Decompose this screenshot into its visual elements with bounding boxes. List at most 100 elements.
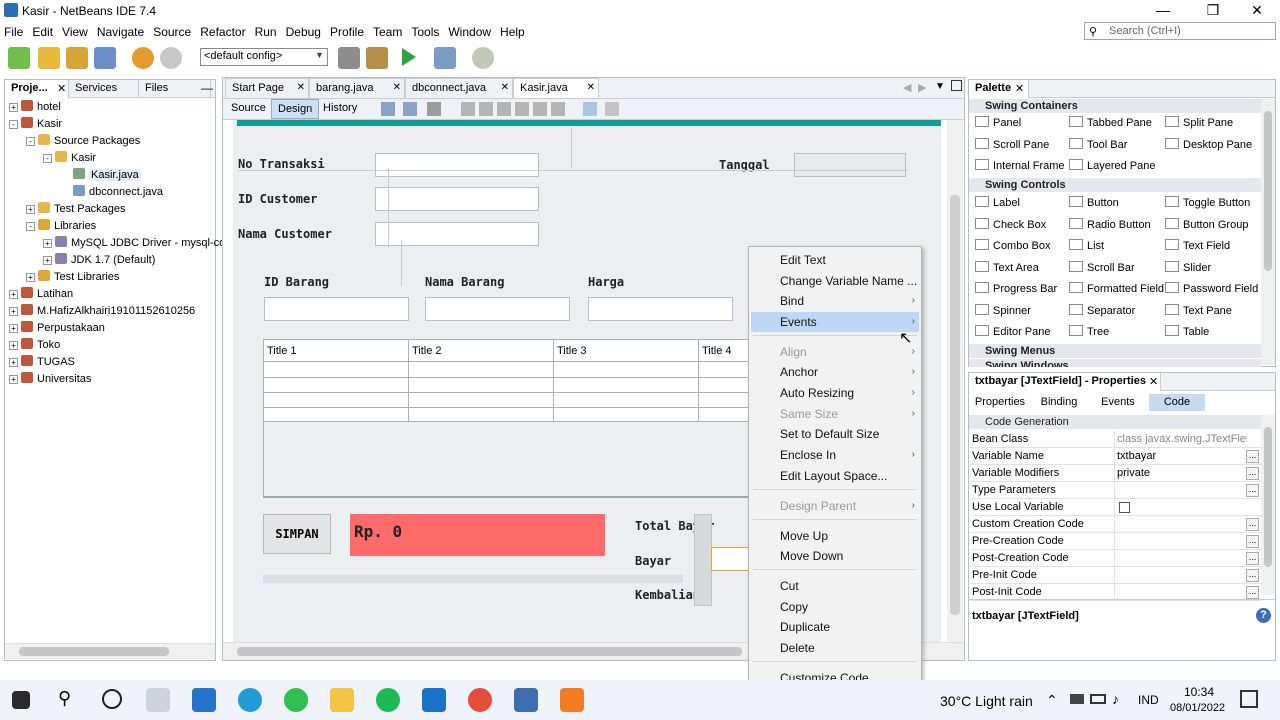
volume-icon[interactable]: ♪ — [1112, 691, 1119, 707]
tree-item[interactable]: + TUGAS — [7, 354, 215, 371]
notification-icon[interactable] — [1240, 690, 1258, 708]
properties-title-tab[interactable]: txtbayar [JTextField] - Properties — [969, 373, 1161, 391]
align-top-icon[interactable] — [515, 102, 529, 116]
mode-source[interactable]: Source — [225, 99, 272, 119]
palette-panel[interactable]: Panel — [975, 116, 1021, 129]
undo-icon[interactable] — [132, 47, 154, 69]
menu-item-bind[interactable]: Bind › — [751, 291, 919, 311]
property-row[interactable]: Pre-Init Code... — [970, 567, 1262, 584]
menu-source[interactable]: Source — [149, 22, 196, 39]
tree-item[interactable]: + Perpustakaan — [7, 320, 215, 337]
palette-internal-frame[interactable]: Internal Frame — [975, 159, 1065, 172]
scrollbar-thumb[interactable] — [1264, 427, 1272, 567]
expand-icon[interactable]: + — [43, 239, 52, 248]
cortana-icon[interactable] — [102, 689, 122, 709]
property-value[interactable]: private — [1117, 467, 1247, 479]
bayar-field[interactable] — [711, 547, 751, 571]
ellipsis-button[interactable]: ... — [1246, 450, 1259, 463]
tree-item[interactable]: + Test Libraries — [7, 269, 215, 286]
resize-horizontal-icon[interactable] — [583, 102, 597, 116]
expand-icon[interactable]: + — [9, 358, 18, 367]
editor-tab-startpage[interactable]: Start Page ✕ — [225, 78, 309, 98]
palette-category-controls[interactable]: Swing Controls — [969, 178, 1261, 192]
palette-text-area[interactable]: Text Area — [975, 260, 1039, 274]
mode-history[interactable]: History — [317, 99, 363, 119]
battery-icon[interactable] — [1090, 694, 1106, 704]
network-icon[interactable] — [1070, 694, 1084, 704]
scrollbar-thumb[interactable] — [237, 647, 742, 656]
expand-icon[interactable]: + — [9, 324, 18, 333]
language-indicator[interactable]: IND — [1138, 693, 1159, 707]
palette-tabbed-pane[interactable]: Tabbed Pane — [1069, 116, 1152, 129]
spotify-icon[interactable] — [376, 688, 400, 712]
align-middle-icon[interactable] — [533, 102, 547, 116]
collapse-icon[interactable]: - — [26, 137, 35, 146]
align-bottom-icon[interactable] — [551, 102, 565, 116]
menu-item-move-up[interactable]: Move Up — [751, 526, 919, 546]
palette-button[interactable]: Button — [1069, 196, 1119, 209]
expand-icon[interactable]: + — [43, 256, 52, 265]
tray-chevron-icon[interactable]: ⌃ — [1046, 692, 1058, 709]
table-header[interactable]: Title 3 — [554, 340, 699, 362]
nav-left-icon[interactable]: ◀ — [903, 81, 911, 94]
search-input[interactable]: Search (Ctrl+I) — [1084, 22, 1276, 40]
collapse-icon[interactable]: - — [43, 154, 52, 163]
ellipsis-button[interactable]: ... — [1246, 586, 1259, 599]
new-file-icon[interactable] — [8, 47, 30, 69]
resize-vertical-icon[interactable] — [605, 102, 619, 116]
menu-file[interactable]: File — [0, 22, 28, 39]
weather-text[interactable]: 30°C Light rain — [940, 693, 1033, 709]
preview-design-icon[interactable] — [427, 102, 441, 116]
help-icon[interactable]: ? — [1256, 608, 1271, 623]
menu-item-move-down[interactable]: Move Down — [751, 546, 919, 566]
close-icon[interactable]: ✕ — [57, 82, 66, 95]
scrollbar-thumb[interactable] — [950, 195, 960, 615]
nama-barang-field[interactable] — [425, 297, 570, 321]
close-icon[interactable]: ✕ — [587, 82, 595, 93]
redo-icon[interactable] — [160, 47, 182, 69]
palette-text-pane[interactable]: Text Pane — [1165, 303, 1232, 317]
palette-spinner[interactable]: Spinner — [975, 303, 1031, 317]
selection-mode-icon[interactable] — [381, 102, 395, 116]
collapse-icon[interactable]: - — [9, 120, 18, 129]
palette-category-menus[interactable]: Swing Menus — [969, 344, 1261, 358]
netbeans-taskbar-icon[interactable] — [514, 688, 538, 712]
checkbox[interactable] — [1119, 502, 1130, 513]
prop-tab-code[interactable]: Code — [1149, 394, 1205, 411]
menu-help[interactable]: Help — [496, 22, 530, 39]
palette-category-containers[interactable]: Swing Containers — [969, 99, 1261, 113]
ellipsis-button[interactable]: ... — [1246, 552, 1259, 565]
build-icon[interactable] — [338, 47, 360, 69]
prop-tab-properties[interactable]: Properties — [969, 394, 1031, 411]
store-icon[interactable] — [192, 688, 216, 712]
menu-item-delete[interactable]: Delete — [751, 638, 919, 658]
expand-icon[interactable]: + — [9, 103, 18, 112]
search-icon[interactable]: ⚲ — [58, 688, 71, 709]
menu-item-cut[interactable]: Cut — [751, 576, 919, 596]
close-icon[interactable]: ✕ — [297, 82, 305, 93]
code-generation-section[interactable]: Code Generation — [969, 415, 1261, 429]
tree-item[interactable]: + JDK 1.7 (Default) — [7, 252, 215, 269]
palette-radio-button[interactable]: Radio Button — [1069, 217, 1151, 231]
vertical-scrollbar[interactable] — [1261, 99, 1275, 365]
property-row[interactable]: Type Parameters... — [970, 482, 1262, 499]
expand-icon[interactable]: + — [9, 307, 18, 316]
tree-item[interactable]: + hotel — [7, 99, 215, 116]
property-row[interactable]: Variable Modifiers private... — [970, 465, 1262, 482]
ellipsis-button[interactable]: ... — [1246, 484, 1259, 497]
align-right-icon[interactable] — [497, 102, 511, 116]
menu-tools[interactable]: Tools — [407, 22, 444, 39]
menu-item-edit-text[interactable]: Edit Text — [751, 250, 919, 270]
minimize-panel-icon[interactable]: — — [201, 81, 213, 95]
menu-item-anchor[interactable]: Anchor › — [751, 362, 919, 382]
nama-customer-field[interactable] — [375, 222, 539, 246]
new-project-icon[interactable] — [38, 47, 60, 69]
maximize-icon[interactable] — [951, 80, 962, 91]
clean-build-icon[interactable] — [366, 47, 388, 69]
id-barang-field[interactable] — [264, 297, 409, 321]
palette-label[interactable]: Label — [975, 196, 1020, 209]
palette-layered-pane[interactable]: Layered Pane — [1069, 159, 1156, 172]
menu-refactor[interactable]: Refactor — [196, 22, 250, 39]
menu-profile[interactable]: Profile — [326, 22, 369, 39]
palette-list[interactable]: List — [1069, 239, 1104, 252]
